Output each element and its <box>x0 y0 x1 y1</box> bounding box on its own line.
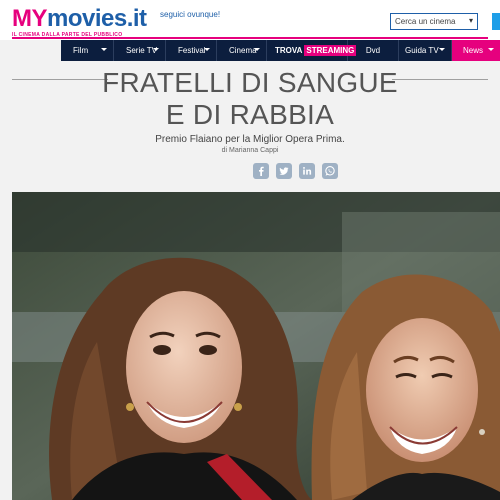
nav-item-label: Film <box>73 46 89 55</box>
nav-item-trova-streaming[interactable]: TROVA STREAMING <box>267 40 357 61</box>
twitter-icon[interactable] <box>276 163 292 179</box>
nav-item-label-trova: TROVA <box>275 46 303 55</box>
dropdown-arrow-icon <box>204 48 210 51</box>
nav-item-label: Guida TV <box>405 46 439 55</box>
dropdown-arrow-icon <box>254 48 260 51</box>
whatsapp-icon[interactable] <box>322 163 338 179</box>
nav-item-cinema[interactable]: Cinema <box>217 40 267 61</box>
nav-item-guida-tv[interactable]: Guida TV <box>399 40 452 61</box>
nav-item-news[interactable]: News <box>452 40 500 61</box>
site-logo[interactable]: MYmovies.it IL CINEMA DALLA PARTE DEL PU… <box>12 7 147 39</box>
site-header: MYmovies.it IL CINEMA DALLA PARTE DEL PU… <box>0 0 500 40</box>
nav-item-dvd[interactable]: Dvd <box>348 40 399 61</box>
main-nav: Film Serie TV Festival Cinema TROVA STRE… <box>61 40 500 61</box>
nav-item-film[interactable]: Film <box>61 40 114 61</box>
header-divider <box>12 37 488 39</box>
dropdown-arrow-icon <box>101 48 107 51</box>
nav-item-label: Cinema <box>229 46 257 55</box>
chevron-down-icon: ▾ <box>468 16 473 25</box>
follow-us-link[interactable]: seguici ovunque! <box>160 10 220 19</box>
cinema-search-label: Cerca un cinema <box>395 17 456 26</box>
facebook-icon[interactable] <box>253 163 269 179</box>
article-subtitle: Premio Flaiano per la Miglior Opera Prim… <box>155 134 345 145</box>
search-button[interactable] <box>492 13 500 30</box>
cinema-search-select[interactable]: Cerca un cinema ▾ <box>390 13 478 30</box>
nav-item-label: Dvd <box>365 46 381 55</box>
dropdown-arrow-icon <box>488 48 494 51</box>
logo-wordmark: MYmovies.it <box>12 7 147 31</box>
article-byline: di Marianna Cappi <box>221 147 279 154</box>
nav-item-serie-tv[interactable]: Serie TV <box>114 40 166 61</box>
dropdown-arrow-icon <box>153 48 159 51</box>
logo-my: MY <box>12 5 48 32</box>
article-title: FRATELLI DI SANGUE E DI RABBIA <box>102 67 398 130</box>
nav-item-festival[interactable]: Festival <box>166 40 217 61</box>
logo-movies: movies.it <box>47 5 147 32</box>
page: MYmovies.it IL CINEMA DALLA PARTE DEL PU… <box>0 0 500 500</box>
nav-item-label: Festival <box>178 46 206 55</box>
title-rule-left <box>12 79 108 80</box>
dropdown-arrow-icon <box>439 48 445 51</box>
nav-item-label: News <box>463 46 484 55</box>
title-rule-right <box>392 79 488 80</box>
linkedin-icon[interactable] <box>299 163 315 179</box>
article-hero-photo <box>12 192 500 500</box>
